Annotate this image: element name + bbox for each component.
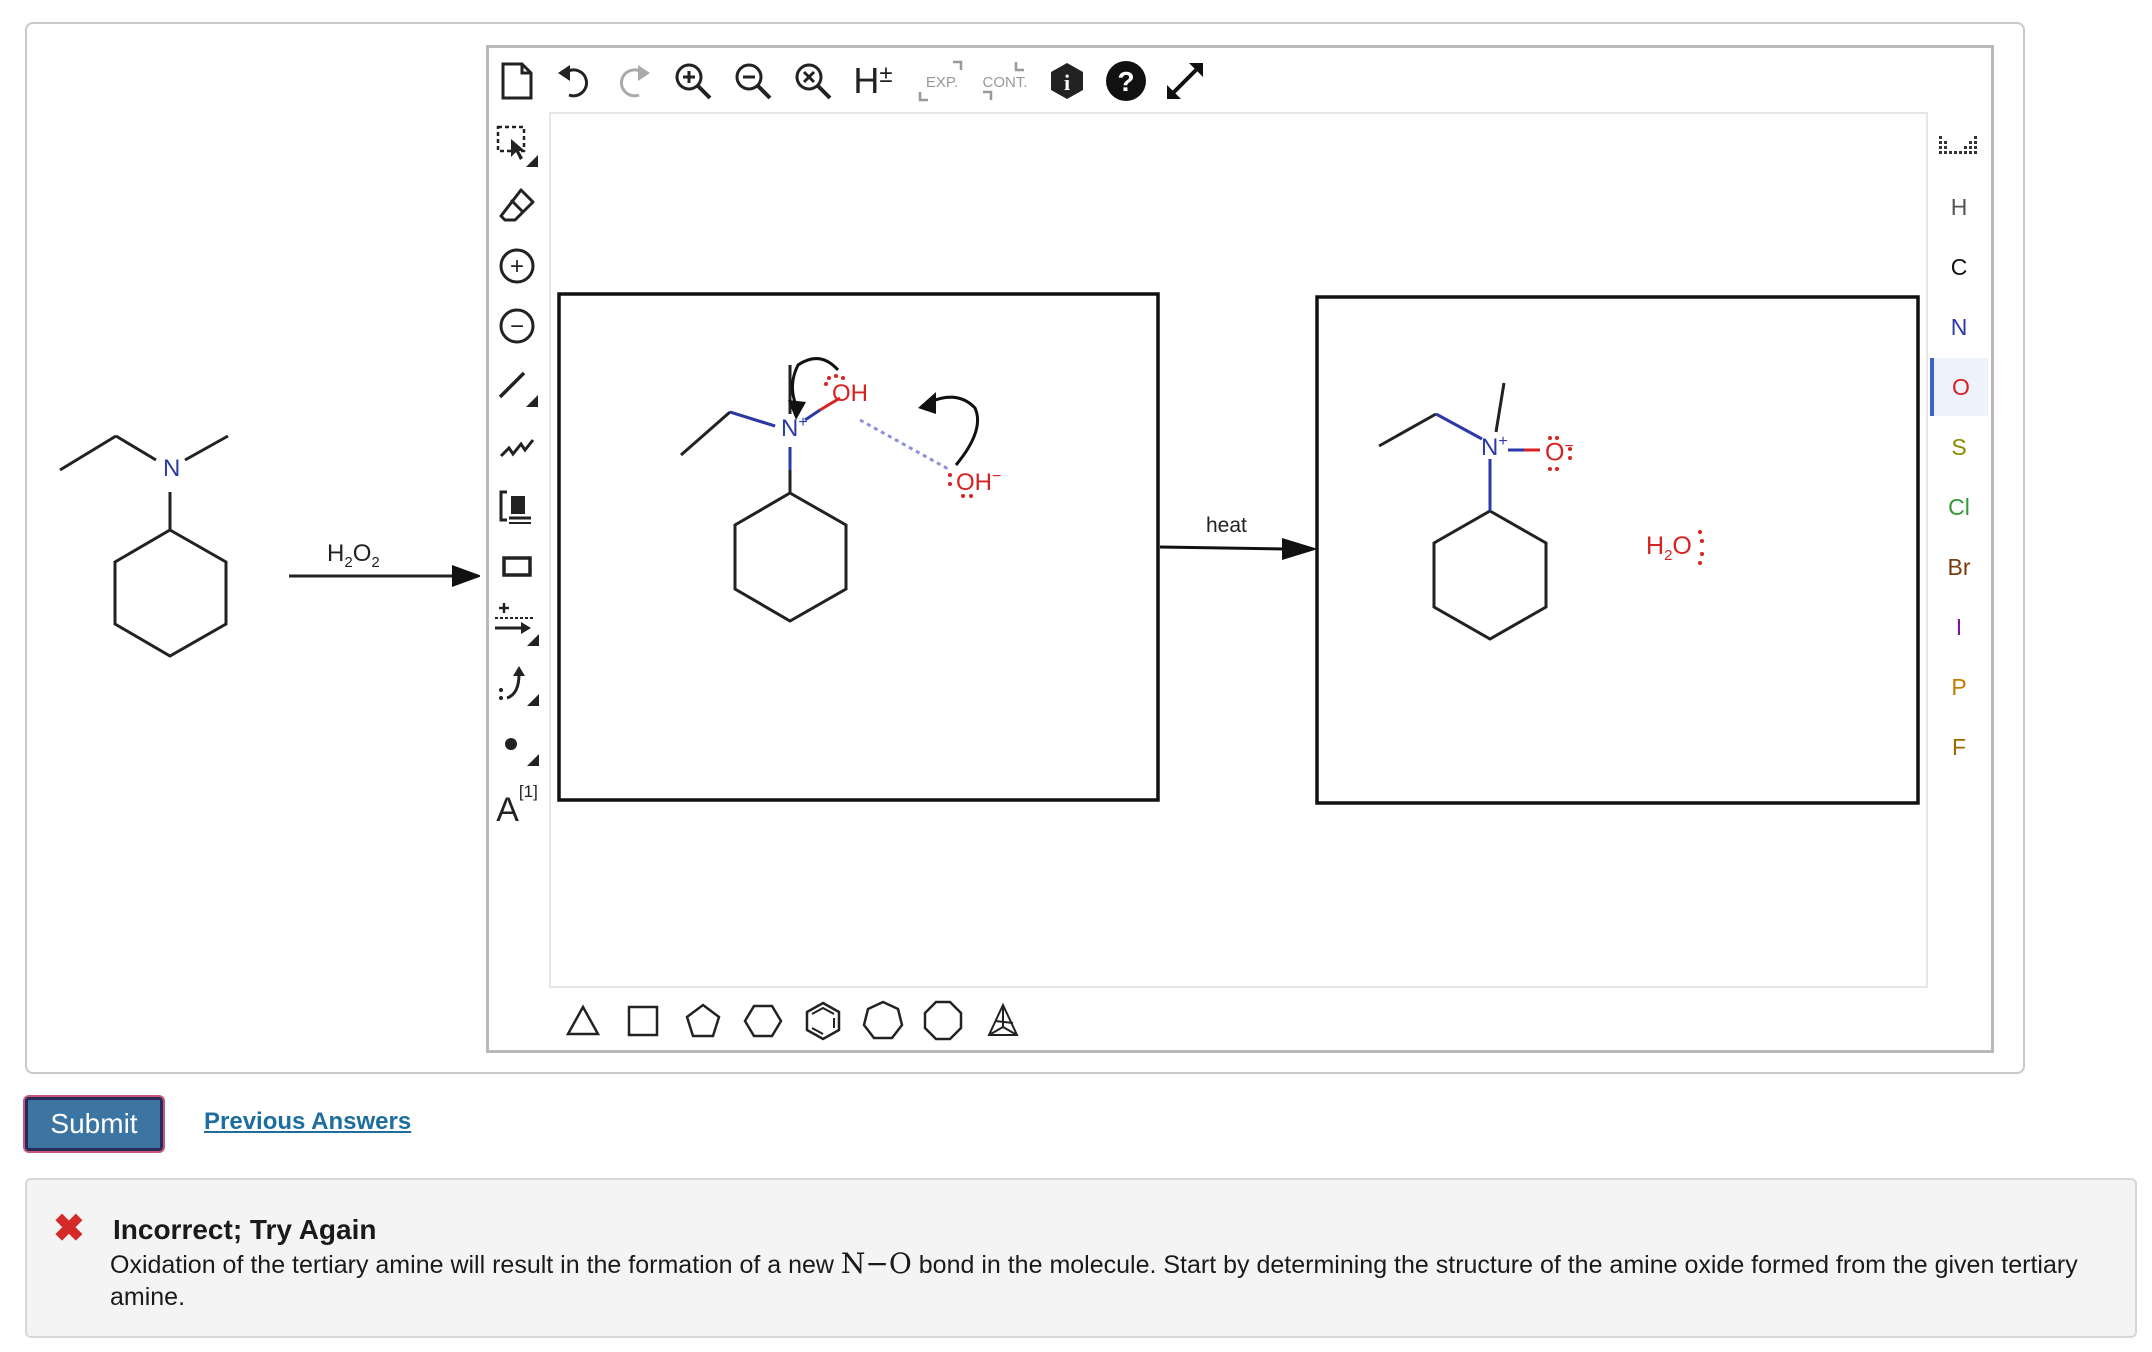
box2-o-charge: −: [1564, 438, 1574, 455]
product-box[interactable]: [1315, 295, 1920, 805]
ring-template-bar: [555, 995, 1035, 1047]
element-button-p[interactable]: P: [1930, 658, 1988, 716]
periodic-table-icon[interactable]: [1930, 118, 1988, 176]
benzene-icon[interactable]: [795, 995, 851, 1047]
element-label: O: [1952, 373, 1970, 400]
box2-o: O: [1545, 438, 1565, 467]
box1-oh: OH: [956, 469, 992, 496]
element-bar: H C N O S Cl Br I P F: [1930, 118, 1988, 760]
cyclohexane-icon[interactable]: [735, 995, 791, 1047]
water-o: O: [1672, 532, 1692, 560]
box2-water-label: H2O: [1646, 532, 1692, 564]
heat-label: heat: [1206, 514, 1247, 537]
box2-oxygen-label: O−: [1545, 438, 1574, 467]
element-button-br[interactable]: Br: [1930, 538, 1988, 596]
element-button-f[interactable]: F: [1930, 718, 1988, 776]
feedback-bond-notation: N−O: [840, 1247, 912, 1280]
box2-n-charge: +: [1498, 433, 1508, 450]
cycloheptane-icon[interactable]: [855, 995, 911, 1047]
element-label: N: [1950, 313, 1968, 340]
element-label: H: [1950, 193, 1968, 220]
feedback-message-part1: Oxidation of the tertiary amine will res…: [110, 1251, 841, 1279]
water-h: H: [1646, 532, 1665, 560]
reactant-box[interactable]: [557, 292, 1160, 802]
box1-nitrogen-label: N+: [781, 414, 808, 443]
element-button-s[interactable]: S: [1930, 418, 1988, 476]
element-button-h[interactable]: H: [1930, 178, 1988, 236]
box1-hydroxyl-label: OH: [832, 380, 868, 407]
element-button-cl[interactable]: Cl: [1930, 478, 1988, 536]
feedback-message: Oxidation of the tertiary amine will res…: [110, 1248, 2110, 1313]
previous-answers-link[interactable]: Previous Answers: [204, 1108, 411, 1136]
cyclobutane-icon[interactable]: [615, 995, 671, 1047]
box1-n: N: [781, 415, 799, 442]
box1-oh-charge: −: [992, 468, 1002, 485]
element-label: Br: [1947, 553, 1971, 580]
box1-n-charge: +: [798, 414, 808, 431]
element-button-i[interactable]: I: [1930, 598, 1988, 656]
element-label: S: [1951, 433, 1967, 460]
cyclopropane-icon[interactable]: [555, 995, 611, 1047]
cyclooctane-icon[interactable]: [915, 995, 971, 1047]
bicyclic-template-icon[interactable]: [975, 995, 1031, 1047]
incorrect-icon: ✖: [53, 1208, 85, 1250]
element-button-o[interactable]: O: [1930, 358, 1988, 416]
cyclopentane-icon[interactable]: [675, 995, 731, 1047]
element-label: I: [1955, 613, 1963, 640]
element-label: F: [1951, 733, 1967, 760]
feedback-title: Incorrect; Try Again: [113, 1214, 377, 1245]
canvas-drawing: [557, 292, 1920, 805]
box1-hydroxide-label: OH−: [956, 468, 1001, 497]
element-label: P: [1951, 673, 1967, 700]
element-button-c[interactable]: C: [1930, 238, 1988, 296]
box2-nitrogen-label: N+: [1481, 433, 1508, 462]
submit-button[interactable]: Submit: [25, 1097, 163, 1151]
box2-n: N: [1481, 434, 1499, 461]
feedback-panel: ✖ Incorrect; Try Again Oxidation of the …: [25, 1178, 2137, 1338]
element-label: Cl: [1948, 493, 1970, 520]
element-label: C: [1950, 253, 1968, 280]
element-button-n[interactable]: N: [1930, 298, 1988, 356]
